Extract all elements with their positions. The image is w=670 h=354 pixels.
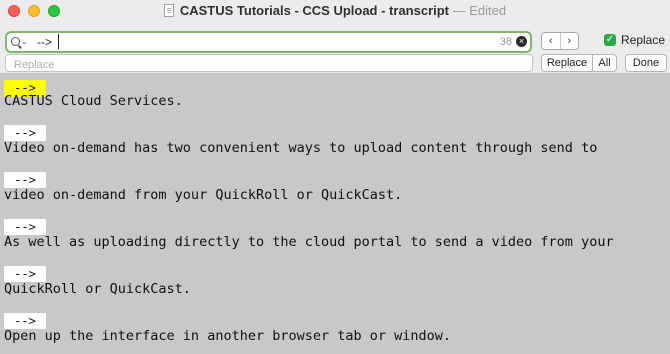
chevron-right-icon[interactable]: › [559,33,579,49]
find-input[interactable]: --> [37,34,52,50]
window-title: CASTUS Tutorials - CCS Upload - transcri… [0,3,670,19]
magnifier-icon [11,37,20,46]
window-title-text: CASTUS Tutorials - CCS Upload - transcri… [179,3,450,18]
edited-status: Edited [469,3,507,18]
replace-field[interactable] [5,54,533,73]
document-icon [163,4,174,17]
title-bar: CASTUS Tutorials - CCS Upload - transcri… [0,0,670,25]
clear-icon[interactable]: × [516,36,527,47]
done-button[interactable]: Done [625,54,667,72]
text-line: As well as uploading directly to the clo… [4,234,614,250]
text-caret [58,34,59,49]
text-line: Open up the interface in another browser… [4,328,452,344]
text-line: CASTUS Cloud Services. [4,93,183,109]
checkmark-icon[interactable]: ✓ [604,34,616,46]
find-replace-bar: ⌄ --> 38 × ‹ › ✓ Replace Replace All Don… [0,25,670,74]
match-highlight: --> [4,219,46,235]
replace-button[interactable]: Replace [541,54,593,72]
document-text-area[interactable]: --> CASTUS Cloud Services. --> Video on-… [0,74,670,354]
match-highlight: --> [4,313,46,329]
title-separator: — [452,3,466,18]
replace-all-button[interactable]: All [592,54,617,72]
replace-toggle[interactable]: ✓ Replace [604,32,665,48]
text-line: video on-demand from your QuickRoll or Q… [4,187,403,203]
find-field[interactable]: ⌄ --> 38 × [5,31,532,53]
match-highlight: --> [4,266,46,282]
match-highlight: --> [4,125,46,141]
replace-toggle-label: Replace [621,33,666,47]
text-line: Video on-demand has two convenient ways … [4,140,598,156]
match-count: 38 [499,36,512,48]
text-line: QuickRoll or QuickCast. [4,281,191,297]
match-highlight: --> [4,172,46,188]
chevron-down-icon: ⌄ [21,37,28,46]
chevron-left-icon[interactable]: ‹ [542,33,560,49]
match-navigation: ‹ › [541,32,579,50]
search-options-menu[interactable]: ⌄ [11,35,28,49]
replace-input[interactable] [6,57,532,73]
